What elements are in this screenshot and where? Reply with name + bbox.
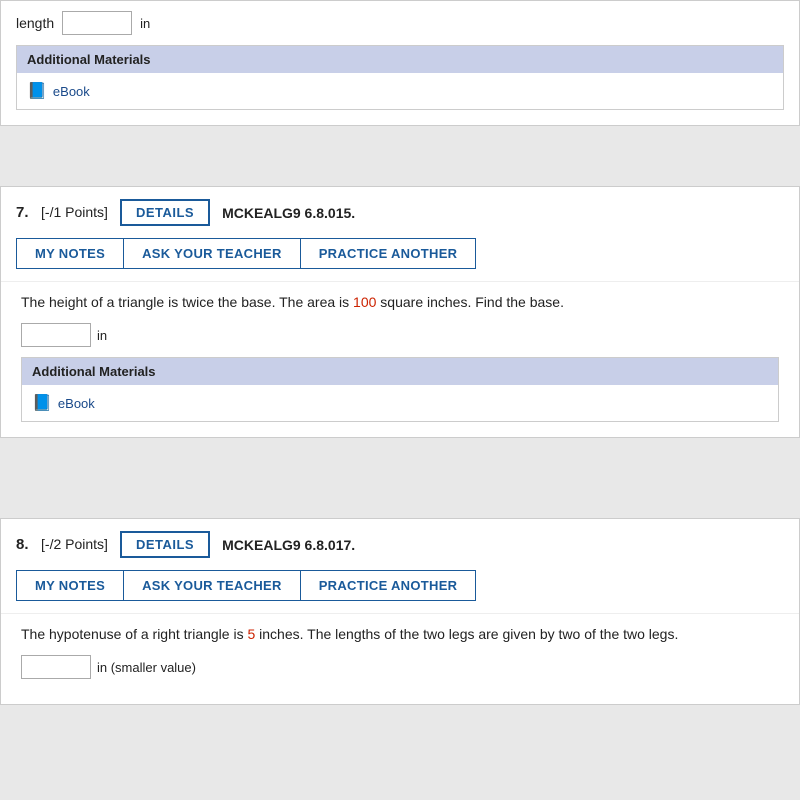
question-7-details-button[interactable]: DETAILS (120, 199, 210, 226)
question-7-number: 7. [-/1 Points] (16, 204, 108, 221)
question-8-code: MCKEALG9 6.8.017. (222, 537, 355, 553)
question-8-text: The hypotenuse of a right triangle is 5 … (21, 624, 779, 645)
question-7-book-icon: 📘 (32, 393, 52, 413)
question-7-answer-row: in (21, 323, 779, 347)
partial-answer-row: length in (16, 11, 784, 35)
additional-materials-header: Additional Materials (17, 46, 783, 73)
question-7-practice-another-button[interactable]: PRACTICE ANOTHER (300, 238, 477, 269)
question-7-additional-materials: Additional Materials 📘 eBook (21, 357, 779, 422)
question-7-section: 7. [-/1 Points] DETAILS MCKEALG9 6.8.015… (0, 186, 800, 438)
question-8-ask-teacher-button[interactable]: ASK YOUR TEACHER (123, 570, 300, 601)
question-7-code: MCKEALG9 6.8.015. (222, 205, 355, 221)
question-7-additional-materials-body: 📘 eBook (22, 385, 778, 421)
additional-materials-body: 📘 eBook (17, 73, 783, 109)
question-8-action-buttons: MY NOTES ASK YOUR TEACHER PRACTICE ANOTH… (1, 570, 799, 613)
question-7-ebook-label: eBook (58, 396, 95, 411)
question-8-section: 8. [-/2 Points] DETAILS MCKEALG9 6.8.017… (0, 518, 800, 705)
partial-unit: in (140, 16, 150, 31)
question-7-action-buttons: MY NOTES ASK YOUR TEACHER PRACTICE ANOTH… (1, 238, 799, 281)
book-icon: 📘 (27, 81, 47, 101)
additional-materials-box: Additional Materials 📘 eBook (16, 45, 784, 110)
question-8-body: The hypotenuse of a right triangle is 5 … (1, 613, 799, 704)
question-7-additional-materials-header: Additional Materials (22, 358, 778, 385)
question-7-body: The height of a triangle is twice the ba… (1, 281, 799, 437)
question-7-my-notes-button[interactable]: MY NOTES (16, 238, 123, 269)
question-8-details-button[interactable]: DETAILS (120, 531, 210, 558)
partial-section: length in Additional Materials 📘 eBook (0, 0, 800, 126)
question-7-ebook-link[interactable]: 📘 eBook (32, 393, 768, 413)
question-8-practice-another-button[interactable]: PRACTICE ANOTHER (300, 570, 477, 601)
question-8-unit: in (smaller value) (97, 660, 196, 675)
ebook-label: eBook (53, 84, 90, 99)
partial-input[interactable] (62, 11, 132, 35)
question-8-answer-row: in (smaller value) (21, 655, 779, 679)
question-8-my-notes-button[interactable]: MY NOTES (16, 570, 123, 601)
question-7-unit: in (97, 328, 107, 343)
page-wrapper: length in Additional Materials 📘 eBook 7… (0, 0, 800, 705)
question-7-answer-input[interactable] (21, 323, 91, 347)
partial-label: length (16, 15, 54, 31)
question-8-answer-input[interactable] (21, 655, 91, 679)
ebook-link[interactable]: 📘 eBook (27, 81, 773, 101)
question-7-text: The height of a triangle is twice the ba… (21, 292, 779, 313)
question-8-header: 8. [-/2 Points] DETAILS MCKEALG9 6.8.017… (1, 519, 799, 570)
question-8-number: 8. [-/2 Points] (16, 536, 108, 553)
question-7-ask-teacher-button[interactable]: ASK YOUR TEACHER (123, 238, 300, 269)
question-7-header: 7. [-/1 Points] DETAILS MCKEALG9 6.8.015… (1, 187, 799, 238)
